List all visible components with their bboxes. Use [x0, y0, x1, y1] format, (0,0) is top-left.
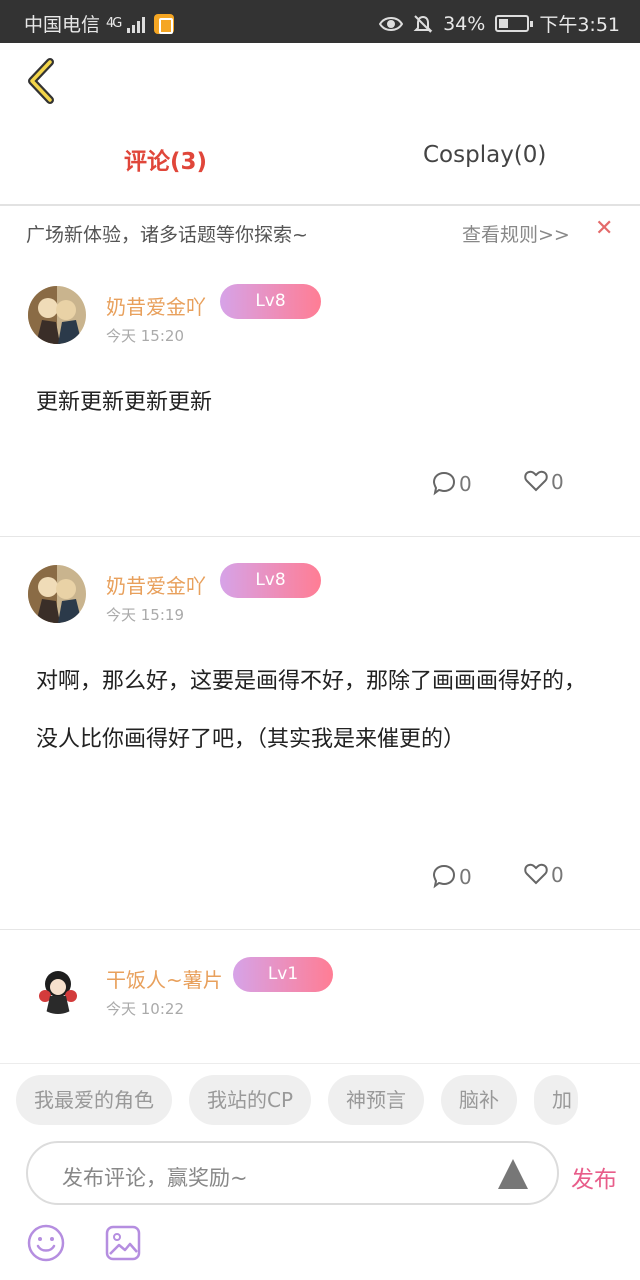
level-badge: Lv8: [220, 563, 321, 598]
tab-cosplay[interactable]: Cosplay(0): [423, 142, 546, 168]
reply-count: 0: [459, 472, 472, 496]
username[interactable]: 干饭人~薯片: [106, 964, 223, 993]
chevron-left-icon: [28, 58, 54, 104]
heart-icon: [524, 863, 548, 885]
avatar[interactable]: [28, 286, 86, 344]
timestamp: 今天 15:19: [106, 606, 184, 624]
status-left: 中国电信 4G: [24, 10, 175, 37]
triangle-up-icon[interactable]: [498, 1159, 528, 1189]
like-count: 0: [551, 470, 564, 494]
mute-bell-icon: [413, 14, 433, 33]
username[interactable]: 奶昔爱金吖: [106, 291, 206, 320]
battery-percent: 34%: [443, 12, 486, 35]
status-right: 34% 下午3:51: [379, 10, 620, 37]
notice-bar: 广场新体验，诸多话题等你探索~ 查看规则>> ✕: [0, 208, 640, 256]
timestamp: 今天 15:20: [106, 327, 184, 345]
eye-icon: [379, 16, 404, 31]
emoji-icon: [27, 1224, 65, 1262]
comment-text: 对啊，那么好，这要是画得不好，那除了画画画得好的，没人比你画得好了吧，（其实我是…: [36, 669, 587, 752]
publish-button[interactable]: 发布: [571, 1160, 617, 1194]
timestamp: 今天 10:22: [106, 1000, 184, 1018]
image-icon: [105, 1225, 141, 1261]
avatar[interactable]: [32, 962, 84, 1014]
comment-input-placeholder: 发布评论，赢奖励~: [62, 1166, 248, 1190]
topic-chip[interactable]: 我最爱的角色: [16, 1075, 172, 1125]
emoji-button[interactable]: [27, 1224, 65, 1266]
level-badge: Lv1: [233, 957, 333, 992]
signal-icon: [127, 16, 146, 33]
battery-icon: [495, 15, 534, 32]
topic-chips: 我最爱的角色 我站的CP 神预言 脑补 加: [16, 1075, 579, 1125]
comment-icon: [432, 864, 456, 889]
heart-icon: [524, 470, 548, 492]
reply-button[interactable]: 0: [431, 470, 472, 496]
topic-chip[interactable]: 神预言: [328, 1075, 425, 1125]
clock: 下午3:51: [539, 14, 620, 36]
like-button[interactable]: 0: [523, 468, 564, 494]
status-bar: 中国电信 4G 34% 下午3:51: [0, 0, 640, 43]
back-button[interactable]: [22, 56, 62, 106]
comment-icon: [432, 471, 456, 496]
topic-chip[interactable]: 加: [534, 1075, 579, 1125]
avatar-image: [28, 286, 86, 344]
notice-text: 广场新体验，诸多话题等你探索~: [26, 224, 308, 246]
notification-app-icon: [154, 13, 175, 34]
topic-chip[interactable]: 我站的CP: [189, 1075, 312, 1125]
comment-item: 奶昔爱金吖 Lv8 今天 15:20 更新更新更新更新 0 0: [0, 260, 640, 537]
network-type: 4G: [106, 16, 122, 31]
image-button[interactable]: [104, 1224, 142, 1266]
like-button[interactable]: 0: [523, 861, 564, 887]
level-badge: Lv8: [220, 284, 321, 319]
username[interactable]: 奶昔爱金吖: [106, 570, 206, 599]
reply-button[interactable]: 0: [431, 863, 472, 889]
comment-text: 更新更新更新更新: [36, 390, 213, 415]
comment-composer: 我最爱的角色 我站的CP 神预言 脑补 加 发布评论，赢奖励~ 发布: [0, 1063, 640, 1280]
comment-item: 奶昔爱金吖 Lv8 今天 15:19 对啊，那么好，这要是画得不好，那除了画画画…: [0, 538, 640, 930]
avatar[interactable]: [28, 565, 86, 623]
carrier-name: 中国电信: [24, 14, 101, 36]
comment-item: 干饭人~薯片 Lv1 今天 10:22: [0, 931, 640, 1063]
comment-input[interactable]: 发布评论，赢奖励~: [26, 1141, 559, 1205]
tab-bar: 评论(3) Cosplay(0): [0, 120, 640, 206]
avatar-image: [28, 565, 86, 623]
like-count: 0: [551, 863, 564, 887]
topic-chip[interactable]: 脑补: [441, 1075, 518, 1125]
view-rules-link[interactable]: 查看规则>>: [462, 220, 570, 247]
tab-comments[interactable]: 评论(3): [124, 142, 207, 176]
reply-count: 0: [459, 865, 472, 889]
close-icon[interactable]: ✕: [595, 216, 613, 241]
avatar-image: [39, 971, 77, 1014]
